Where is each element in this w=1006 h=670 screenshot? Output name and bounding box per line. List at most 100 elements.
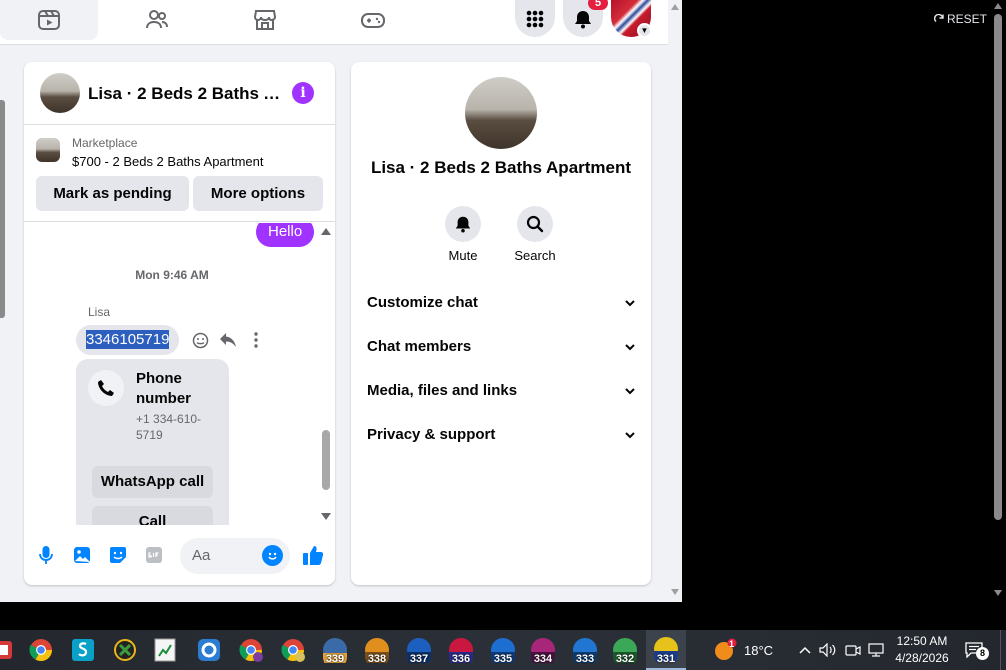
- info-icon[interactable]: i: [292, 82, 314, 104]
- action-center-button[interactable]: 8: [962, 640, 989, 660]
- more-vertical-icon: [254, 332, 258, 348]
- more-actions-button[interactable]: [246, 330, 266, 350]
- taskbar-chrome[interactable]: [26, 636, 56, 664]
- chat-header: Lisa · 2 Beds 2 Baths Apartment i: [24, 62, 335, 125]
- system-clock[interactable]: 12:50 AM 4/28/2026: [890, 633, 954, 667]
- react-button[interactable]: [190, 330, 210, 350]
- taskbar-tab-336[interactable]: 336: [446, 636, 476, 665]
- scroll-down-arrow-icon[interactable]: [994, 590, 1002, 596]
- taskbar-app-partial[interactable]: [0, 636, 18, 664]
- chat-scrollbar-thumb[interactable]: [322, 430, 330, 490]
- scroll-down-arrow-icon[interactable]: [321, 513, 331, 520]
- friends-tab[interactable]: [108, 0, 206, 40]
- reset-button[interactable]: RESET: [934, 12, 987, 26]
- tab-number: 332: [615, 653, 635, 665]
- outgoing-message[interactable]: Hello: [256, 223, 315, 247]
- gif-button[interactable]: [143, 544, 165, 566]
- taskbar-tab-331-active[interactable]: 331: [646, 630, 686, 670]
- phone-icon: [88, 370, 124, 406]
- app-s-icon: [72, 639, 94, 661]
- section-label: Media, files and links: [367, 382, 518, 399]
- left-scrollbar-thumb[interactable]: [0, 100, 5, 318]
- menu-button[interactable]: [515, 0, 555, 37]
- more-options-button[interactable]: More options: [193, 176, 323, 211]
- taskbar-tab-333[interactable]: 333: [570, 636, 600, 665]
- chevron-down-icon[interactable]: ▼: [637, 23, 652, 38]
- clock-date: 4/28/2026: [895, 651, 949, 665]
- bell-icon: [575, 10, 591, 28]
- gif-icon: [146, 547, 162, 563]
- scroll-up-arrow-icon[interactable]: [671, 4, 679, 10]
- privacy-support-section[interactable]: Privacy & support: [367, 426, 635, 450]
- video-icon: [38, 10, 60, 30]
- taskbar-tab-335[interactable]: 335: [488, 636, 518, 665]
- volume-button[interactable]: [819, 640, 837, 660]
- taskbar-app-x[interactable]: [110, 636, 140, 664]
- mute-label: Mute: [448, 248, 478, 263]
- emoji-icon[interactable]: [262, 545, 283, 566]
- browser-window: 5 ▼ Lisa · 2 Beds 2 Baths Apartment i Ma…: [0, 0, 682, 602]
- taskbar-app-circle[interactable]: [194, 636, 224, 664]
- meet-now-button[interactable]: [844, 640, 862, 660]
- search-action[interactable]: Search: [505, 206, 565, 263]
- voice-clip-button[interactable]: [35, 544, 57, 566]
- network-button[interactable]: [867, 640, 885, 660]
- tab-number: 333: [575, 653, 595, 665]
- chat-avatar[interactable]: [40, 73, 80, 113]
- message-list[interactable]: Hello Mon 9:46 AM Lisa 3346105719 Phone …: [24, 223, 335, 525]
- temperature[interactable]: 18°C: [744, 643, 773, 658]
- section-label: Privacy & support: [367, 426, 496, 443]
- chat-title[interactable]: Lisa · 2 Beds 2 Baths Apartment: [88, 84, 284, 104]
- taskbar-chrome-profile-r[interactable]: [236, 636, 266, 664]
- mute-action[interactable]: Mute: [433, 206, 493, 263]
- attach-photo-button[interactable]: [71, 544, 93, 566]
- marketplace-icon: [253, 10, 277, 30]
- outer-scrollbar-thumb[interactable]: [994, 14, 1002, 520]
- marketplace-tab[interactable]: [216, 0, 314, 40]
- taskbar-tab-334[interactable]: 334: [528, 636, 558, 665]
- listing-thumbnail[interactable]: [36, 138, 60, 162]
- scroll-up-arrow-icon[interactable]: [321, 228, 331, 235]
- sticker-button[interactable]: [107, 544, 129, 566]
- scroll-up-arrow-icon[interactable]: [994, 3, 1002, 9]
- show-hidden-icons-button[interactable]: [796, 640, 814, 660]
- selected-phone-text[interactable]: 3346105719: [86, 330, 170, 349]
- taskbar-tab-338[interactable]: 338: [362, 636, 392, 665]
- phone-number-card: Phone number +1 334-610-5719 WhatsApp ca…: [76, 359, 229, 525]
- page-scrollbar[interactable]: [668, 0, 682, 602]
- app-icon: [0, 641, 12, 659]
- listing-title[interactable]: $700 - 2 Beds 2 Baths Apartment: [72, 154, 264, 169]
- speaker-icon: [819, 643, 836, 657]
- show-desktop-button[interactable]: [1000, 630, 1006, 670]
- taskbar-chrome-profile-2[interactable]: [278, 636, 308, 664]
- mark-as-pending-button[interactable]: Mark as pending: [36, 176, 189, 211]
- message-input[interactable]: Aa: [180, 538, 290, 574]
- incoming-message[interactable]: 3346105719: [76, 325, 180, 355]
- chat-members-section[interactable]: Chat members: [367, 338, 635, 362]
- taskbar-app-sheet[interactable]: [150, 636, 180, 664]
- customize-chat-section[interactable]: Customize chat: [367, 294, 635, 318]
- video-tab[interactable]: [0, 0, 98, 40]
- outer-scrollbar[interactable]: [991, 0, 1006, 602]
- whatsapp-call-button[interactable]: WhatsApp call: [92, 466, 213, 498]
- app-x-icon: [114, 639, 136, 661]
- like-button[interactable]: [301, 543, 325, 567]
- scroll-down-arrow-icon[interactable]: [671, 589, 679, 595]
- phone-card-title: Phone number: [136, 370, 192, 407]
- chat-scrollbar[interactable]: [320, 223, 335, 525]
- taskbar-app-s[interactable]: [68, 636, 98, 664]
- taskbar-tab-337[interactable]: 337: [404, 636, 434, 665]
- top-navigation-bar: 5 ▼: [0, 0, 668, 45]
- section-label: Chat members: [367, 338, 472, 355]
- gaming-tab[interactable]: [324, 0, 422, 40]
- chat-panel: Lisa · 2 Beds 2 Baths Apartment i Market…: [24, 62, 335, 585]
- conversation-avatar[interactable]: [465, 77, 537, 149]
- taskbar-tab-339[interactable]: 339: [320, 636, 350, 665]
- media-files-links-section[interactable]: Media, files and links: [367, 382, 635, 406]
- chevron-up-icon: [799, 646, 811, 654]
- weather-widget[interactable]: 1: [710, 636, 740, 664]
- taskbar-tab-332[interactable]: 332: [610, 636, 640, 665]
- reply-button[interactable]: [218, 330, 238, 350]
- bell-icon: [455, 216, 471, 233]
- call-button[interactable]: Call: [92, 506, 213, 525]
